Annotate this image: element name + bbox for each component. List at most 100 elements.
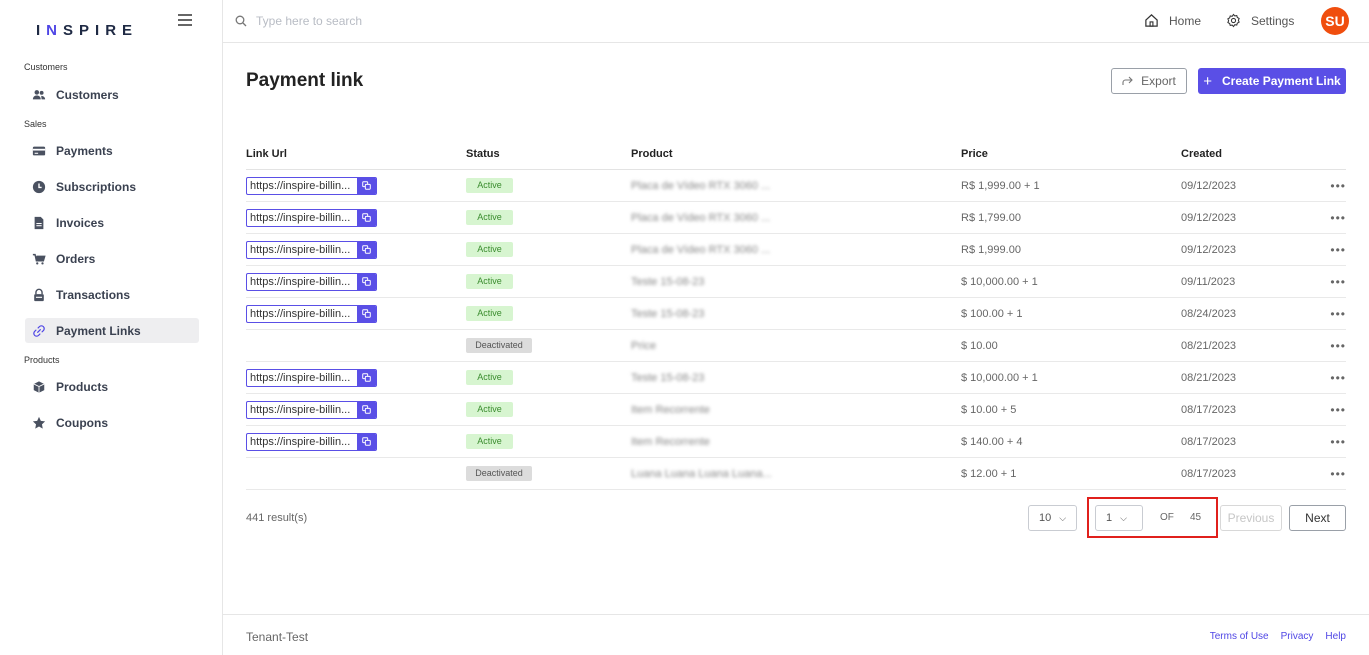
sidebar-item-invoices[interactable]: Invoices bbox=[25, 210, 199, 235]
created-date: 08/21/2023 bbox=[1181, 339, 1237, 352]
table-row: Deactivated Luana Luana Luana Luana... $ 1… bbox=[246, 458, 1346, 490]
help-link[interactable]: Help bbox=[1325, 631, 1346, 642]
sidebar-item-label: Transactions bbox=[56, 287, 131, 302]
status-cell: Active bbox=[466, 178, 631, 193]
status-badge: Deactivated bbox=[466, 466, 532, 481]
link-url-cell: https://inspire-billin... bbox=[246, 304, 466, 323]
link-url-field[interactable]: https://inspire-billin... bbox=[246, 304, 377, 323]
footer-links: Terms of Use Privacy Help bbox=[1210, 631, 1346, 642]
copy-icon[interactable] bbox=[357, 177, 376, 194]
chevron-down-icon: ⌵ bbox=[1059, 512, 1067, 523]
sidebar-item-payments[interactable]: Payments bbox=[25, 138, 199, 163]
more-options-icon[interactable]: ••• bbox=[1316, 211, 1346, 225]
column-header-product[interactable]: Product bbox=[631, 148, 961, 160]
brand-logo[interactable]: INSPIRE bbox=[36, 22, 138, 39]
status-badge: Active bbox=[466, 210, 513, 225]
settings-label: Settings bbox=[1251, 13, 1295, 28]
status-cell: Active bbox=[466, 242, 631, 257]
status-cell: Deactivated bbox=[466, 338, 631, 353]
terms-link[interactable]: Terms of Use bbox=[1210, 631, 1269, 642]
table-row: https://inspire-billin... Active Placa de … bbox=[246, 170, 1346, 202]
more-options-icon[interactable]: ••• bbox=[1316, 307, 1346, 321]
menu-toggle-icon[interactable] bbox=[178, 14, 192, 26]
copy-icon[interactable] bbox=[357, 241, 376, 258]
copy-icon[interactable] bbox=[357, 209, 376, 226]
more-options-icon[interactable]: ••• bbox=[1316, 243, 1346, 257]
create-payment-link-button[interactable]: + Create Payment Link bbox=[1198, 68, 1346, 94]
more-options-icon[interactable]: ••• bbox=[1316, 275, 1346, 289]
product-name: Price bbox=[631, 339, 657, 352]
more-options-icon[interactable]: ••• bbox=[1316, 179, 1346, 193]
price-value: R$ 1,999.00 bbox=[961, 243, 1021, 256]
payment-links-table: Link Url Status Product Price Created ht… bbox=[246, 138, 1346, 490]
more-options-icon[interactable]: ••• bbox=[1316, 435, 1346, 449]
lock-icon bbox=[31, 287, 47, 303]
link-url-field[interactable]: https://inspire-billin... bbox=[246, 272, 377, 291]
link-url-text: https://inspire-billin... bbox=[250, 403, 351, 416]
previous-button[interactable]: Previous bbox=[1220, 505, 1282, 531]
sidebar-item-label: Coupons bbox=[56, 415, 108, 430]
table-row: https://inspire-billin... Active Teste 15-… bbox=[246, 298, 1346, 330]
footer: Tenant-Test Terms of Use Privacy Help bbox=[223, 614, 1369, 655]
table-header: Link Url Status Product Price Created bbox=[246, 138, 1346, 170]
more-options-icon[interactable]: ••• bbox=[1316, 339, 1346, 353]
table-row: https://inspire-billin... Active Teste 15-… bbox=[246, 266, 1346, 298]
copy-icon[interactable] bbox=[357, 305, 376, 322]
link-url-field[interactable]: https://inspire-billin... bbox=[246, 240, 377, 259]
created-date: 08/17/2023 bbox=[1181, 435, 1237, 448]
topbar: Home Settings SU bbox=[223, 0, 1369, 43]
export-button[interactable]: Export bbox=[1111, 68, 1187, 94]
price-value: $ 10,000.00 + 1 bbox=[961, 275, 1038, 288]
price-value: R$ 1,999.00 + 1 bbox=[961, 179, 1040, 192]
status-cell: Active bbox=[466, 210, 631, 225]
product-name: Placa de Vídeo RTX 3060 ... bbox=[631, 211, 771, 224]
section-label-sales: Sales bbox=[24, 119, 47, 129]
link-url-text: https://inspire-billin... bbox=[250, 371, 351, 384]
column-header-link-url[interactable]: Link Url bbox=[246, 148, 466, 160]
search-input[interactable] bbox=[256, 12, 556, 30]
home-link[interactable]: Home bbox=[1144, 13, 1201, 28]
highlight-box bbox=[1087, 497, 1218, 538]
copy-icon[interactable] bbox=[357, 369, 376, 386]
column-header-status[interactable]: Status bbox=[466, 148, 631, 160]
sidebar-item-payment-links[interactable]: Payment Links bbox=[25, 318, 199, 343]
sidebar-item-coupons[interactable]: Coupons bbox=[25, 410, 199, 435]
link-url-text: https://inspire-billin... bbox=[250, 243, 351, 256]
price-value: $ 100.00 + 1 bbox=[961, 307, 1023, 320]
column-header-created[interactable]: Created bbox=[1181, 148, 1316, 160]
copy-icon[interactable] bbox=[357, 273, 376, 290]
copy-icon[interactable] bbox=[357, 433, 376, 450]
more-options-icon[interactable]: ••• bbox=[1316, 403, 1346, 417]
table-row: Deactivated Price $ 10.00 08/21/2023 ••• bbox=[246, 330, 1346, 362]
more-options-icon[interactable]: ••• bbox=[1316, 371, 1346, 385]
link-url-field[interactable]: https://inspire-billin... bbox=[246, 368, 377, 387]
copy-icon[interactable] bbox=[357, 401, 376, 418]
sidebar-item-label: Invoices bbox=[56, 215, 105, 230]
page-size-select[interactable]: 10 ⌵ bbox=[1028, 505, 1077, 531]
link-url-field[interactable]: https://inspire-billin... bbox=[246, 176, 377, 195]
created-date: 08/21/2023 bbox=[1181, 371, 1237, 384]
sidebar-item-customers[interactable]: Customers bbox=[25, 82, 199, 107]
avatar[interactable]: SU bbox=[1321, 7, 1349, 35]
link-url-text: https://inspire-billin... bbox=[250, 435, 351, 448]
gear-icon bbox=[1227, 13, 1240, 28]
sidebar-item-subscriptions[interactable]: Subscriptions bbox=[25, 174, 199, 199]
table-row: https://inspire-billin... Active Placa de … bbox=[246, 202, 1346, 234]
sidebar-item-label: Payments bbox=[56, 143, 113, 158]
next-button[interactable]: Next bbox=[1289, 505, 1346, 531]
sidebar-item-orders[interactable]: Orders bbox=[25, 246, 199, 271]
privacy-link[interactable]: Privacy bbox=[1281, 631, 1314, 642]
sidebar-item-products[interactable]: Products bbox=[25, 374, 199, 399]
section-label-products: Products bbox=[24, 355, 60, 365]
settings-link[interactable]: Settings bbox=[1226, 13, 1294, 28]
link-url-field[interactable]: https://inspire-billin... bbox=[246, 208, 377, 227]
link-url-cell: https://inspire-billin... bbox=[246, 240, 466, 259]
created-date: 09/12/2023 bbox=[1181, 179, 1237, 192]
link-url-text: https://inspire-billin... bbox=[250, 275, 351, 288]
column-header-price[interactable]: Price bbox=[961, 148, 1181, 160]
link-url-field[interactable]: https://inspire-billin... bbox=[246, 400, 377, 419]
link-url-field[interactable]: https://inspire-billin... bbox=[246, 432, 377, 451]
more-options-icon[interactable]: ••• bbox=[1316, 467, 1346, 481]
sidebar-item-transactions[interactable]: Transactions bbox=[25, 282, 199, 307]
product-name: Item Recorrente bbox=[631, 435, 710, 448]
